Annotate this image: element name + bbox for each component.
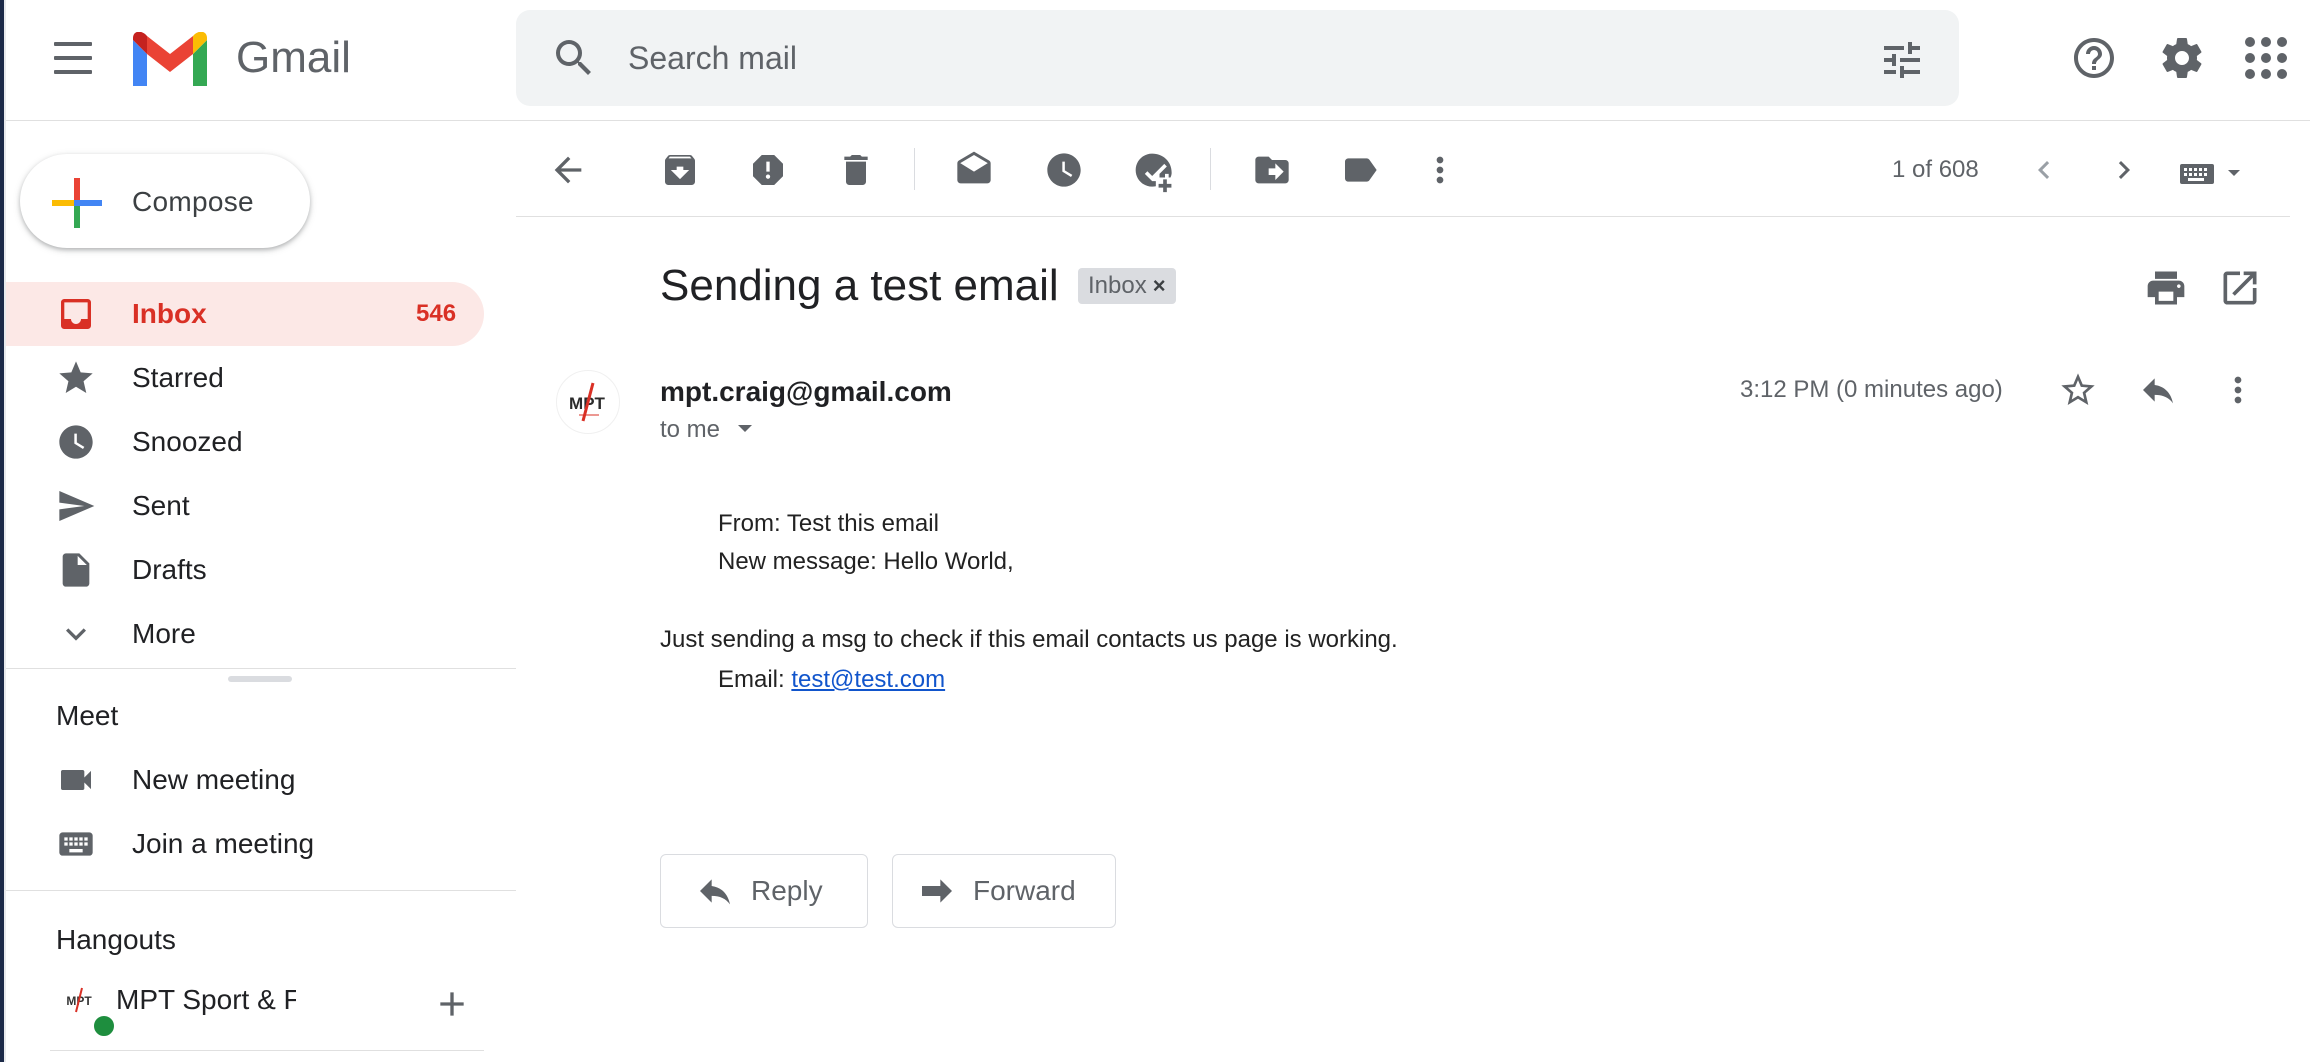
help-icon[interactable] <box>2070 34 2118 82</box>
reply-icon[interactable] <box>2138 370 2178 410</box>
pagination-count: 1 of 608 <box>1892 156 1979 183</box>
input-tools-keyboard-icon[interactable] <box>2178 156 2250 192</box>
sidebar-item-label: Drafts <box>132 554 207 585</box>
hangouts-section-title: Hangouts <box>56 924 176 955</box>
hangouts-contact-name[interactable]: MPT Sport & Fi <box>116 982 296 1018</box>
online-status-indicator <box>92 1014 116 1038</box>
google-apps-icon[interactable] <box>2244 36 2288 80</box>
move-to-icon[interactable] <box>1252 150 1292 190</box>
inbox-unread-count: 546 <box>416 300 457 327</box>
forward-button[interactable]: Forward <box>892 854 1116 928</box>
sidebar-divider <box>6 890 516 891</box>
sidebar-divider <box>50 1050 484 1051</box>
search-icon[interactable] <box>550 34 598 82</box>
send-icon <box>56 486 96 526</box>
sidebar-item-label: More <box>132 618 196 649</box>
header-divider <box>6 120 2310 121</box>
sidebar-item-label: Sent <box>132 490 190 521</box>
video-camera-icon <box>56 760 96 800</box>
reply-button[interactable]: Reply <box>660 854 868 928</box>
chevron-right-icon[interactable] <box>2106 152 2146 192</box>
settings-gear-icon[interactable] <box>2158 34 2206 82</box>
clock-icon <box>56 422 96 462</box>
meet-item-label: Join a meeting <box>132 828 315 859</box>
app-name: Gmail <box>236 33 351 82</box>
reply-arrow-icon <box>695 871 735 911</box>
meet-item-label: New meeting <box>132 764 296 795</box>
sidebar-resize-handle[interactable] <box>228 676 292 682</box>
body-new-message-line: New message: Hello World, <box>718 548 1014 575</box>
recipient-details[interactable]: to me <box>660 414 755 447</box>
toolbar-separator <box>1210 148 1211 190</box>
email-subject: Sending a test email <box>660 261 1059 310</box>
forward-arrow-icon <box>917 871 957 911</box>
print-icon[interactable] <box>2144 266 2188 310</box>
recipient-text: to me <box>660 416 721 443</box>
report-spam-icon[interactable] <box>748 150 788 190</box>
sender-email[interactable]: mpt.craig@gmail.com <box>660 374 952 410</box>
contact-avatar[interactable]: MPT <box>60 982 98 1020</box>
toolbar-separator <box>914 148 915 190</box>
message-more-vert-icon[interactable] <box>2218 370 2258 410</box>
sidebar-item-label: Starred <box>132 362 224 393</box>
mark-unread-icon[interactable] <box>954 150 994 190</box>
body-email-prefix: Email: <box>718 666 785 693</box>
sender-avatar[interactable]: MPT <box>556 370 620 434</box>
meet-section-title: Meet <box>56 700 119 731</box>
keyboard-icon <box>56 824 96 864</box>
compose-label: Compose <box>132 186 254 217</box>
sidebar-item-label: Snoozed <box>132 426 243 457</box>
sidebar-item-label: Inbox <box>132 298 207 329</box>
draft-icon <box>56 550 96 590</box>
search-options-icon[interactable] <box>1878 36 1926 84</box>
more-vert-icon[interactable] <box>1420 150 1460 190</box>
inbox-icon <box>56 294 96 334</box>
chevron-left-icon[interactable] <box>2026 152 2066 192</box>
main-menu-icon[interactable] <box>54 42 98 74</box>
back-arrow-icon[interactable] <box>548 150 588 190</box>
remove-label-icon[interactable]: × <box>1153 273 1166 298</box>
chevron-down-icon <box>56 614 96 654</box>
caret-down-icon[interactable] <box>735 415 755 447</box>
body-email-line: Email: test@test.com <box>718 664 945 696</box>
compose-plus-icon <box>52 178 102 228</box>
search-input[interactable] <box>628 30 1828 86</box>
message-timestamp: 3:12 PM (0 minutes ago) <box>1740 376 2003 403</box>
label-chip-text: Inbox <box>1088 272 1147 299</box>
body-from-line: From: Test this email <box>718 510 939 537</box>
open-in-new-window-icon[interactable] <box>2218 266 2262 310</box>
reply-button-label: Reply <box>751 875 823 906</box>
label-icon[interactable] <box>1340 150 1380 190</box>
delete-icon[interactable] <box>836 150 876 190</box>
body-main-line: Just sending a msg to check if this emai… <box>660 626 1398 653</box>
add-to-tasks-icon[interactable] <box>1132 150 1172 193</box>
snooze-icon[interactable] <box>1044 150 1084 190</box>
toolbar-divider <box>516 216 2290 217</box>
star-outline-icon[interactable] <box>2058 370 2098 410</box>
add-contact-plus-icon[interactable] <box>432 984 472 1024</box>
forward-button-label: Forward <box>973 875 1076 906</box>
star-icon <box>56 358 96 398</box>
inbox-label-chip[interactable]: Inbox × <box>1078 268 1176 304</box>
gmail-logo-icon[interactable] <box>133 31 207 86</box>
archive-icon[interactable] <box>660 150 700 190</box>
sidebar-divider <box>6 668 516 669</box>
body-email-link[interactable]: test@test.com <box>791 666 945 693</box>
